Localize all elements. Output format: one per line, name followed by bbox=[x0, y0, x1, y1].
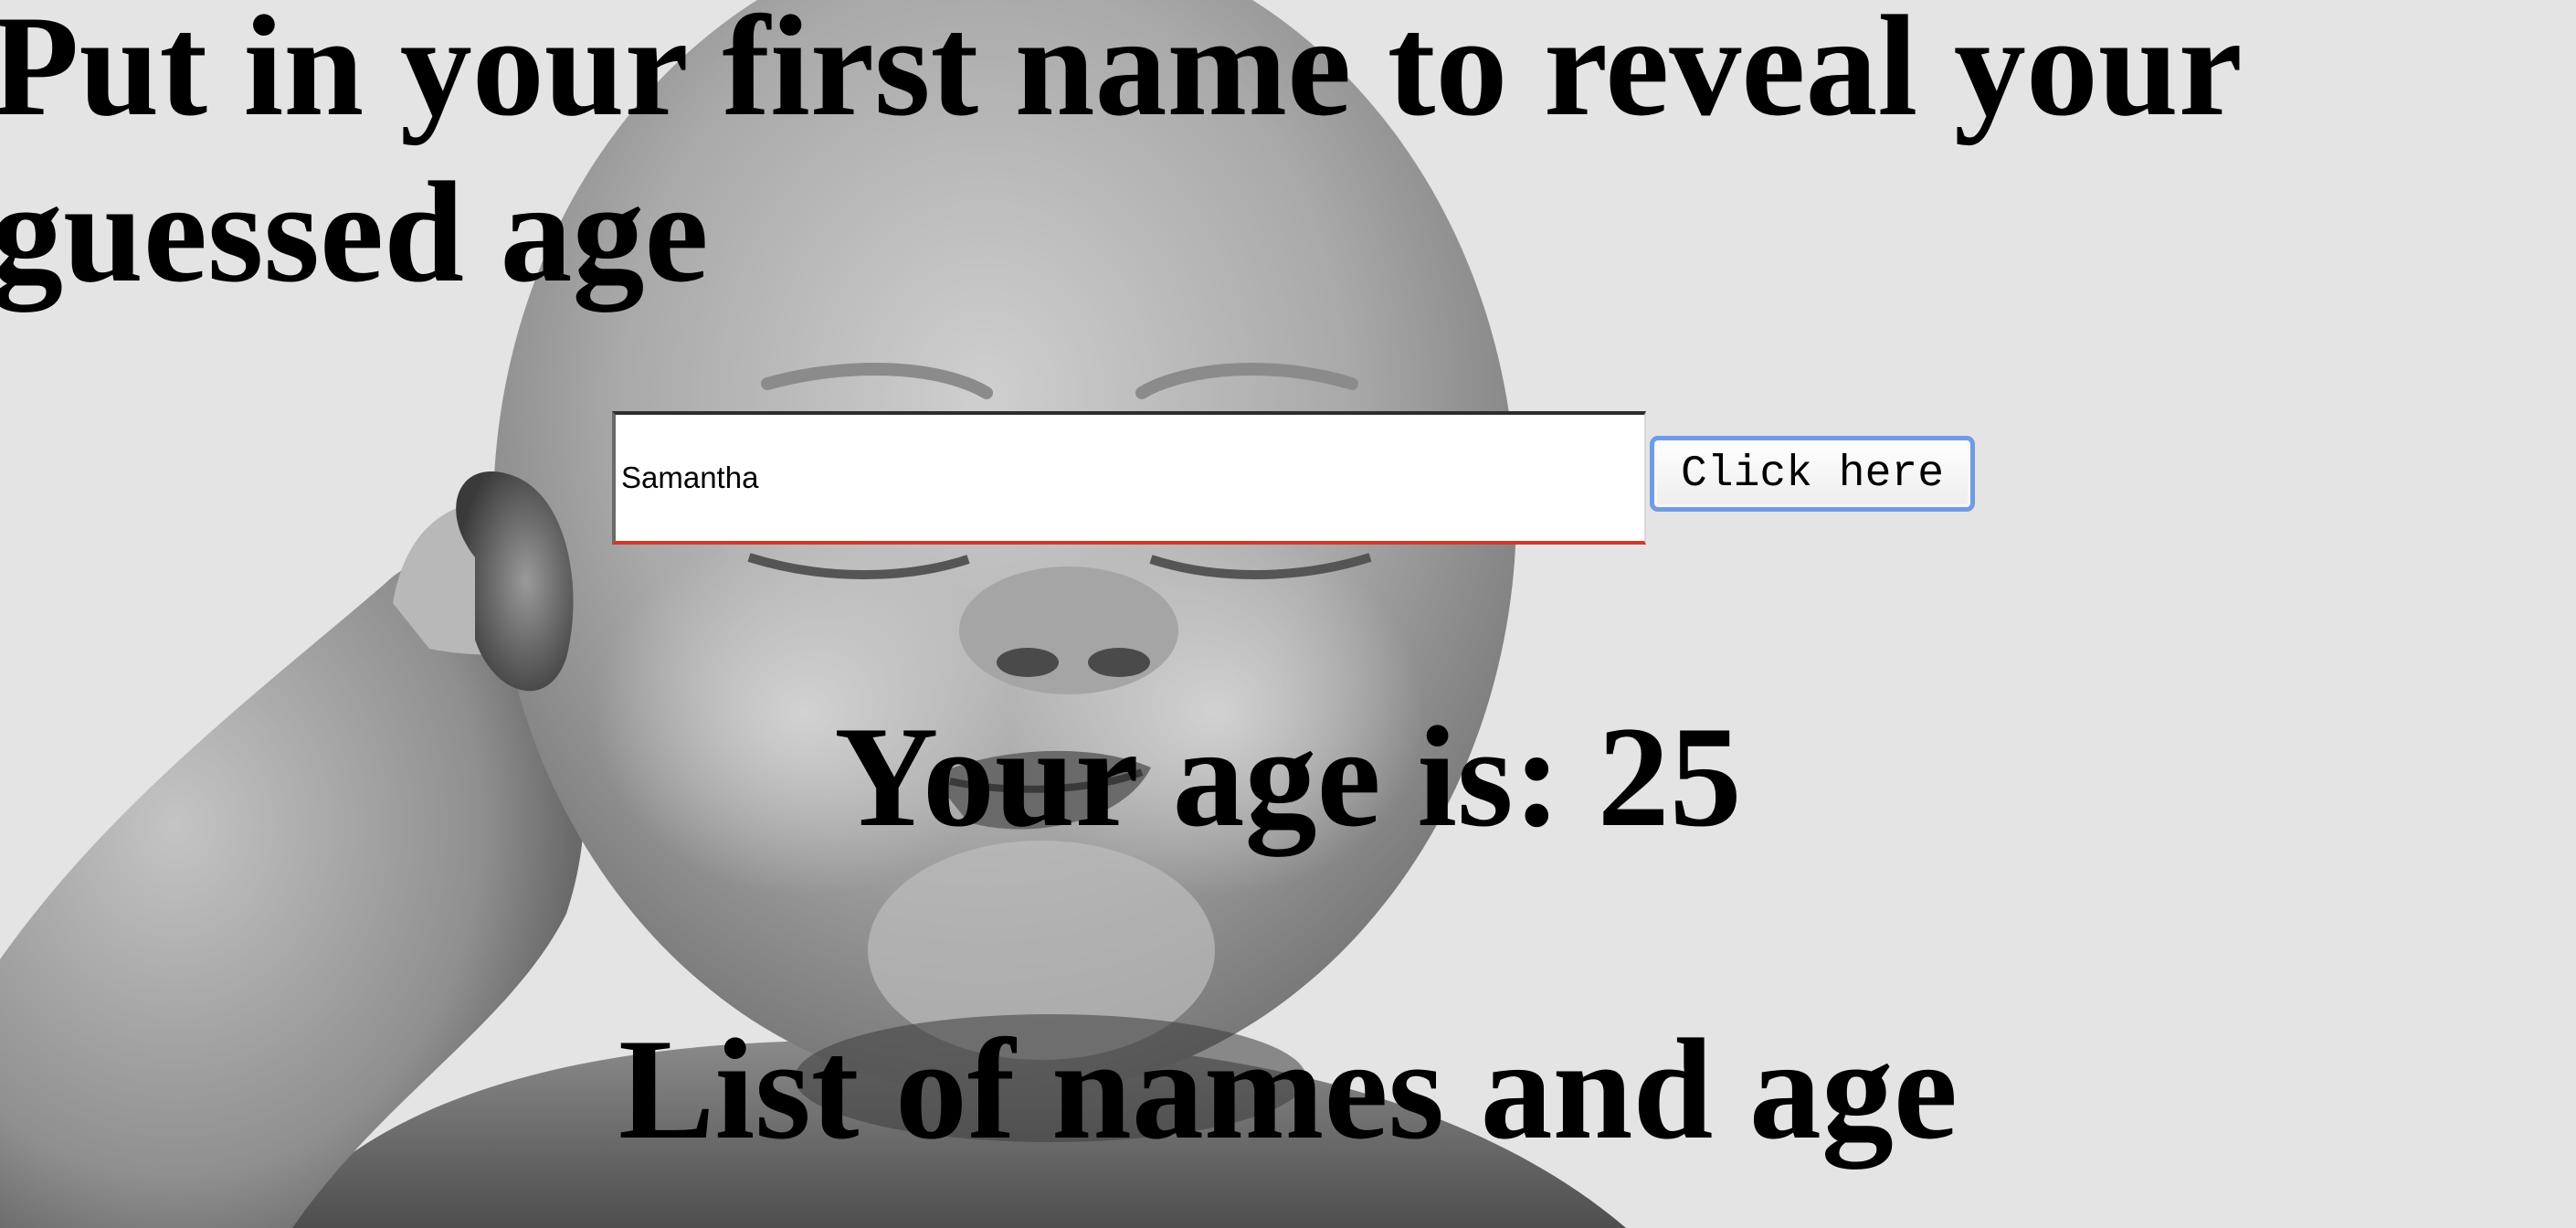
age-result-value: 25 bbox=[1597, 697, 1742, 857]
names-list-heading: List of names and age bbox=[618, 1010, 1958, 1170]
age-result-label: Your age is: bbox=[834, 697, 1598, 857]
page-title: Put in your first name to reveal your gu… bbox=[0, 0, 2240, 312]
age-result: Your age is: 25 bbox=[0, 694, 2576, 861]
first-name-input[interactable] bbox=[612, 411, 1646, 545]
click-here-button[interactable]: Click here bbox=[1650, 436, 1975, 512]
